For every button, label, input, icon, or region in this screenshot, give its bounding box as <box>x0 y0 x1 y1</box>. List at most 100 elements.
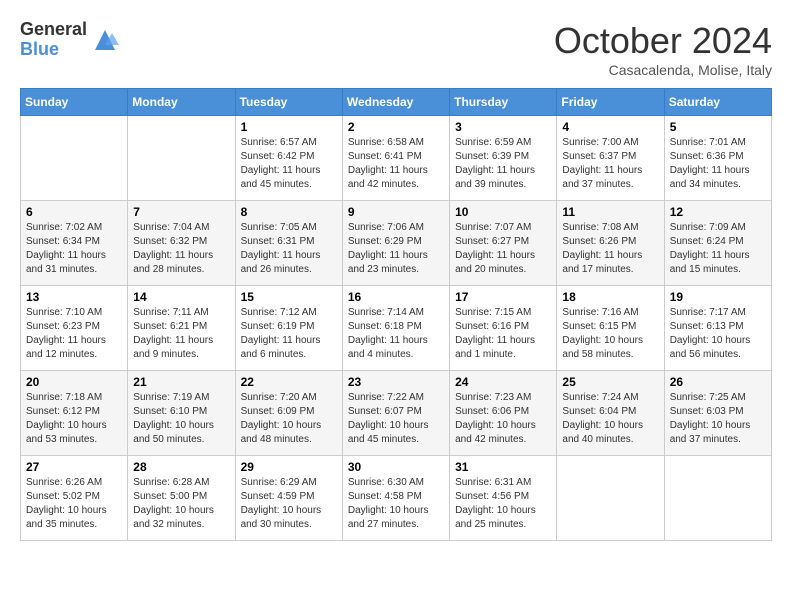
logo-general-text: General <box>20 20 87 40</box>
calendar-week-2: 6 Sunrise: 7:02 AMSunset: 6:34 PMDaylight… <box>21 201 772 286</box>
calendar-cell: 13 Sunrise: 7:10 AMSunset: 6:23 PMDayligh… <box>21 286 128 371</box>
calendar-cell: 1Sunrise: 6:57 AMSunset: 6:42 PMDaylight… <box>235 116 342 201</box>
calendar-week-5: 27 Sunrise: 6:26 AMSunset: 5:02 PMDayligh… <box>21 456 772 541</box>
day-info: Sunrise: 7:02 AMSunset: 6:34 PMDaylight:… <box>26 221 122 277</box>
day-number: 19 <box>670 290 766 304</box>
day-number: 20 <box>26 375 122 389</box>
calendar-cell: 29 Sunrise: 6:29 AMSunset: 4:59 PMDayligh… <box>235 456 342 541</box>
calendar-week-4: 20 Sunrise: 7:18 AMSunset: 6:12 PMDayligh… <box>21 371 772 456</box>
day-number: 28 <box>133 460 229 474</box>
day-info: Sunrise: 6:29 AMSunset: 4:59 PMDaylight:… <box>241 476 337 532</box>
calendar-cell: 19Sunrise: 7:17 AMSunset: 6:13 PMDayligh… <box>664 286 771 371</box>
day-number: 29 <box>241 460 337 474</box>
calendar-cell: 10 Sunrise: 7:07 AMSunset: 6:27 PMDayligh… <box>450 201 557 286</box>
day-number: 17 <box>455 290 551 304</box>
day-info: Sunrise: 7:05 AMSunset: 6:31 PMDaylight:… <box>241 221 337 277</box>
day-info: Sunrise: 7:12 AMSunset: 6:19 PMDaylight:… <box>241 306 337 362</box>
calendar-cell <box>664 456 771 541</box>
header-friday: Friday <box>557 89 664 116</box>
header-tuesday: Tuesday <box>235 89 342 116</box>
calendar-cell: 12 Sunrise: 7:09 AMSunset: 6:24 PMDayligh… <box>664 201 771 286</box>
calendar-cell <box>557 456 664 541</box>
day-number: 27 <box>26 460 122 474</box>
day-number: 14 <box>133 290 229 304</box>
header-monday: Monday <box>128 89 235 116</box>
header-thursday: Thursday <box>450 89 557 116</box>
calendar-cell: 30 Sunrise: 6:30 AMSunset: 4:58 PMDayligh… <box>342 456 449 541</box>
day-info: Sunrise: 7:16 AMSunset: 6:15 PMDaylight:… <box>562 306 658 362</box>
day-number: 31 <box>455 460 551 474</box>
day-info: Sunrise: 7:10 AMSunset: 6:23 PMDaylight:… <box>26 306 122 362</box>
day-info: Sunrise: 7:19 AMSunset: 6:10 PMDaylight:… <box>133 391 229 447</box>
calendar-week-3: 13 Sunrise: 7:10 AMSunset: 6:23 PMDayligh… <box>21 286 772 371</box>
day-info: Sunrise: 6:58 AMSunset: 6:41 PMDaylight:… <box>348 136 444 192</box>
day-info: Sunrise: 7:22 AMSunset: 6:07 PMDaylight:… <box>348 391 444 447</box>
calendar-cell: 9Sunrise: 7:06 AMSunset: 6:29 PMDaylight… <box>342 201 449 286</box>
day-info: Sunrise: 6:28 AMSunset: 5:00 PMDaylight:… <box>133 476 229 532</box>
calendar-cell: 11Sunrise: 7:08 AMSunset: 6:26 PMDayligh… <box>557 201 664 286</box>
day-info: Sunrise: 7:14 AMSunset: 6:18 PMDaylight:… <box>348 306 444 362</box>
day-number: 26 <box>670 375 766 389</box>
calendar-cell: 22Sunrise: 7:20 AMSunset: 6:09 PMDayligh… <box>235 371 342 456</box>
day-number: 3 <box>455 120 551 134</box>
day-number: 18 <box>562 290 658 304</box>
calendar-cell: 18 Sunrise: 7:16 AMSunset: 6:15 PMDayligh… <box>557 286 664 371</box>
day-number: 7 <box>133 205 229 219</box>
title-section: October 2024 Casacalenda, Molise, Italy <box>554 20 772 78</box>
day-info: Sunrise: 7:23 AMSunset: 6:06 PMDaylight:… <box>455 391 551 447</box>
calendar-table: Sunday Monday Tuesday Wednesday Thursday… <box>20 88 772 541</box>
day-number: 9 <box>348 205 444 219</box>
day-number: 24 <box>455 375 551 389</box>
day-number: 2 <box>348 120 444 134</box>
day-number: 22 <box>241 375 337 389</box>
calendar-cell: 27 Sunrise: 6:26 AMSunset: 5:02 PMDayligh… <box>21 456 128 541</box>
day-info: Sunrise: 7:09 AMSunset: 6:24 PMDaylight:… <box>670 221 766 277</box>
calendar-cell: 6 Sunrise: 7:02 AMSunset: 6:34 PMDaylight… <box>21 201 128 286</box>
day-number: 8 <box>241 205 337 219</box>
calendar-cell: 7Sunrise: 7:04 AMSunset: 6:32 PMDaylight… <box>128 201 235 286</box>
day-number: 5 <box>670 120 766 134</box>
header-saturday: Saturday <box>664 89 771 116</box>
logo-icon <box>90 25 120 55</box>
day-number: 6 <box>26 205 122 219</box>
day-info: Sunrise: 7:18 AMSunset: 6:12 PMDaylight:… <box>26 391 122 447</box>
calendar-cell: 8 Sunrise: 7:05 AMSunset: 6:31 PMDaylight… <box>235 201 342 286</box>
day-number: 21 <box>133 375 229 389</box>
day-info: Sunrise: 6:26 AMSunset: 5:02 PMDaylight:… <box>26 476 122 532</box>
calendar-cell: 25Sunrise: 7:24 AMSunset: 6:04 PMDayligh… <box>557 371 664 456</box>
calendar-cell: 14 Sunrise: 7:11 AMSunset: 6:21 PMDayligh… <box>128 286 235 371</box>
day-number: 15 <box>241 290 337 304</box>
day-info: Sunrise: 7:07 AMSunset: 6:27 PMDaylight:… <box>455 221 551 277</box>
calendar-cell: 4Sunrise: 7:00 AMSunset: 6:37 PMDaylight… <box>557 116 664 201</box>
day-number: 10 <box>455 205 551 219</box>
calendar-cell: 17 Sunrise: 7:15 AMSunset: 6:16 PMDayligh… <box>450 286 557 371</box>
day-number: 11 <box>562 205 658 219</box>
day-number: 23 <box>348 375 444 389</box>
day-info: Sunrise: 7:25 AMSunset: 6:03 PMDaylight:… <box>670 391 766 447</box>
day-info: Sunrise: 7:01 AMSunset: 6:36 PMDaylight:… <box>670 136 766 192</box>
calendar-cell: 20 Sunrise: 7:18 AMSunset: 6:12 PMDayligh… <box>21 371 128 456</box>
day-number: 12 <box>670 205 766 219</box>
day-info: Sunrise: 6:30 AMSunset: 4:58 PMDaylight:… <box>348 476 444 532</box>
calendar-cell: 24 Sunrise: 7:23 AMSunset: 6:06 PMDayligh… <box>450 371 557 456</box>
logo: General Blue <box>20 20 120 60</box>
day-info: Sunrise: 7:15 AMSunset: 6:16 PMDaylight:… <box>455 306 551 362</box>
header-wednesday: Wednesday <box>342 89 449 116</box>
page-header: General Blue October 2024 Casacalenda, M… <box>20 20 772 78</box>
day-info: Sunrise: 7:00 AMSunset: 6:37 PMDaylight:… <box>562 136 658 192</box>
calendar-cell: 23 Sunrise: 7:22 AMSunset: 6:07 PMDayligh… <box>342 371 449 456</box>
day-info: Sunrise: 7:11 AMSunset: 6:21 PMDaylight:… <box>133 306 229 362</box>
header-row: Sunday Monday Tuesday Wednesday Thursday… <box>21 89 772 116</box>
day-number: 30 <box>348 460 444 474</box>
day-number: 13 <box>26 290 122 304</box>
calendar-cell: 16 Sunrise: 7:14 AMSunset: 6:18 PMDayligh… <box>342 286 449 371</box>
calendar-header: Sunday Monday Tuesday Wednesday Thursday… <box>21 89 772 116</box>
day-info: Sunrise: 6:59 AMSunset: 6:39 PMDaylight:… <box>455 136 551 192</box>
day-number: 1 <box>241 120 337 134</box>
day-number: 16 <box>348 290 444 304</box>
day-number: 25 <box>562 375 658 389</box>
calendar-week-1: 1Sunrise: 6:57 AMSunset: 6:42 PMDaylight… <box>21 116 772 201</box>
calendar-body: 1Sunrise: 6:57 AMSunset: 6:42 PMDaylight… <box>21 116 772 541</box>
calendar-cell: 28 Sunrise: 6:28 AMSunset: 5:00 PMDayligh… <box>128 456 235 541</box>
calendar-cell <box>128 116 235 201</box>
